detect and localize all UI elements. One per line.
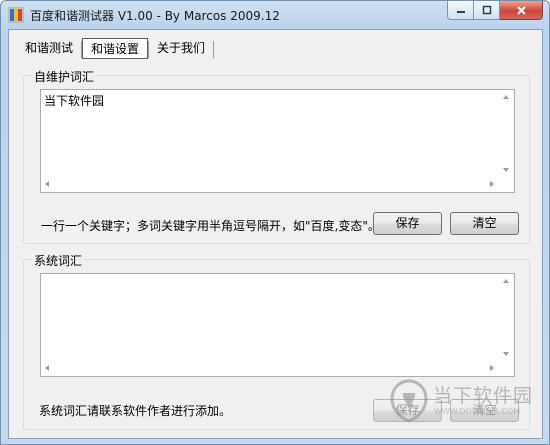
- custom-vocab-title: 自维护词汇: [32, 68, 97, 85]
- custom-vocab-text: 当下软件园: [44, 94, 105, 108]
- client-area: 和谐测试 和谐设置 关于我们 自维护词汇 当下软件园 一行一个关键字；多词关键字…: [8, 29, 543, 439]
- scroll-left-icon[interactable]: [45, 365, 49, 371]
- scroll-up-icon[interactable]: [503, 95, 509, 99]
- scroll-left-icon[interactable]: [45, 181, 49, 187]
- tab-separator: [213, 41, 215, 58]
- scroll-right-icon[interactable]: [490, 365, 494, 371]
- custom-save-button[interactable]: 保存: [373, 212, 442, 235]
- watermark-text: 当下软件园: [433, 385, 534, 407]
- custom-clear-button[interactable]: 清空: [450, 212, 519, 235]
- app-icon: [8, 7, 24, 23]
- title-bar[interactable]: 百度和谐测试器 V1.00 - By Marcos 2009.12: [1, 1, 549, 29]
- scroll-down-icon[interactable]: [503, 352, 509, 356]
- custom-vocab-textarea[interactable]: 当下软件园: [40, 89, 515, 193]
- vertical-scrollbar[interactable]: [498, 274, 514, 360]
- scroll-right-icon[interactable]: [490, 181, 494, 187]
- caption-buttons: [447, 1, 543, 21]
- horizontal-scrollbar[interactable]: [41, 176, 498, 192]
- maximize-icon: [482, 5, 491, 15]
- scroll-down-icon[interactable]: [503, 168, 509, 172]
- system-vocab-hint: 系统词汇请联系软件作者进行添加。: [39, 404, 232, 418]
- custom-vocab-group: 自维护词汇 当下软件园 一行一个关键字；多词关键字用半角逗号隔开，如"百度,变态…: [23, 68, 530, 244]
- tab-test[interactable]: 和谐测试: [17, 38, 81, 59]
- system-vocab-title: 系统词汇: [32, 252, 85, 269]
- minimize-icon: [456, 11, 465, 13]
- watermark-logo-icon: [390, 379, 428, 423]
- watermark: 当下软件园 WWW.DOWNXIA.COM: [389, 379, 539, 429]
- tab-about[interactable]: 关于我们: [149, 38, 213, 59]
- app-window: 百度和谐测试器 V1.00 - By Marcos 2009.12 和谐测试 和…: [0, 0, 550, 445]
- horizontal-scrollbar[interactable]: [41, 360, 498, 376]
- tab-bar: 和谐测试 和谐设置 关于我们: [17, 38, 215, 60]
- scroll-up-icon[interactable]: [503, 279, 509, 283]
- watermark-url: WWW.DOWNXIA.COM: [434, 407, 521, 416]
- maximize-button[interactable]: [474, 1, 500, 20]
- system-vocab-textarea[interactable]: [40, 273, 515, 377]
- minimize-button[interactable]: [447, 1, 474, 20]
- vertical-scrollbar[interactable]: [498, 90, 514, 176]
- window-title: 百度和谐测试器 V1.00 - By Marcos 2009.12: [30, 9, 280, 23]
- custom-vocab-hint: 一行一个关键字；多词关键字用半角逗号隔开，如"百度,变态"。: [41, 219, 380, 233]
- tab-settings[interactable]: 和谐设置: [82, 38, 149, 59]
- close-button[interactable]: [500, 1, 543, 20]
- close-icon: [516, 5, 526, 15]
